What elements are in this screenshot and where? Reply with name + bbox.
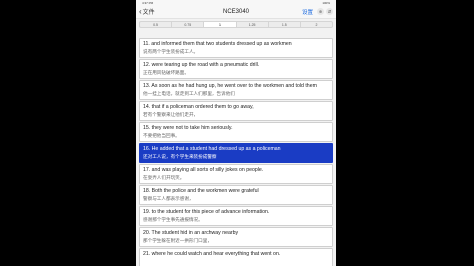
sentence-chinese: 他一挂上电话，就走到工人们那里，告诉他们	[143, 90, 235, 96]
sentence-english: 11. and informed them that two students …	[143, 40, 292, 47]
status-time: 4:37 PM	[142, 0, 154, 5]
sentence-english: 21. where he could watch and hear everyt…	[143, 250, 281, 257]
list-item[interactable]: 18. Both the police and the workmen were…	[139, 185, 333, 205]
speed-selector: 0.5 0.75 1 1.25 1.5 2	[139, 21, 333, 28]
sentence-chinese: 在耍弄人们开玩笑。	[143, 174, 185, 180]
sort-icon[interactable]: ⇵	[326, 8, 333, 15]
speed-option[interactable]: 0.75	[172, 22, 205, 27]
phone-screen: 4:37 PM 100% ‹ 文件 NCE3040 设置 ⊕ ⇵ 0.5 0.7…	[136, 0, 336, 266]
speed-option[interactable]: 2	[301, 22, 332, 27]
add-icon[interactable]: ⊕	[317, 8, 324, 15]
list-item[interactable]: 15. they were not to take him seriously.…	[139, 122, 333, 142]
list-item[interactable]: 11. and informed them that two students …	[139, 38, 333, 58]
sentence-chinese: 还对工人说，有个学生来装扮成警察	[143, 153, 217, 159]
sentence-list: 11. and informed them that two students …	[139, 38, 333, 266]
sentence-english: 20. The student hid in an archway nearby	[143, 229, 239, 236]
list-item[interactable]: 13. As soon as he had hung up, he went o…	[139, 80, 333, 100]
list-item[interactable]: 17. and was playing all sorts of silly j…	[139, 164, 333, 184]
settings-button[interactable]: 设置	[302, 8, 313, 16]
list-item-highlighted[interactable]: 16. He added that a student had dressed …	[139, 143, 333, 163]
list-item[interactable]: 14. that if a policeman ordered them to …	[139, 101, 333, 121]
sentence-chinese: 警察与工人都表示感谢，	[143, 195, 194, 201]
speed-option[interactable]: 0.5	[140, 22, 173, 27]
navigation-bar: ‹ 文件 NCE3040 设置 ⊕ ⇵	[136, 5, 336, 19]
chevron-left-icon: ‹	[139, 6, 142, 16]
speed-option-selected[interactable]: 1	[204, 22, 237, 27]
sentence-english: 17. and was playing all sorts of silly j…	[143, 166, 264, 173]
sentence-english: 19. to the student for this piece of adv…	[143, 208, 270, 215]
sentence-chinese: 那个学生躲在附近一拱形门口里，	[143, 237, 212, 243]
sentence-chinese: 不要把他当回事。	[143, 132, 180, 138]
list-item[interactable]: 20. The student hid in an archway nearby…	[139, 227, 333, 247]
sentence-chinese: 说有两个学生装扮成工人。	[143, 48, 199, 54]
sentence-english: 16. He added that a student had dressed …	[143, 145, 281, 152]
speed-option[interactable]: 1.5	[269, 22, 301, 27]
sentence-chinese: 正在用风钻破坏路面。	[143, 69, 189, 75]
status-battery: 100%	[322, 0, 330, 5]
speed-option[interactable]: 1.25	[237, 22, 269, 27]
back-button[interactable]: ‹ 文件	[136, 7, 155, 16]
sentence-english: 18. Both the police and the workmen were…	[143, 187, 259, 194]
sentence-english: 13. As soon as he had hung up, he went o…	[143, 82, 317, 89]
sentence-english: 12. were tearing up the road with a pneu…	[143, 61, 260, 68]
sentence-english: 14. that if a policeman ordered them to …	[143, 103, 254, 110]
sentence-chinese: 感谢那个学生事先通报情况。	[143, 216, 203, 222]
back-label: 文件	[142, 10, 155, 16]
sentence-chinese: 若有个警察来让他们走开，	[143, 111, 199, 117]
list-item[interactable]: 12. were tearing up the road with a pneu…	[139, 59, 333, 79]
list-item[interactable]: 21. where he could watch and hear everyt…	[139, 248, 333, 266]
list-item[interactable]: 19. to the student for this piece of adv…	[139, 206, 333, 226]
sentence-english: 15. they were not to take him seriously.	[143, 124, 233, 131]
